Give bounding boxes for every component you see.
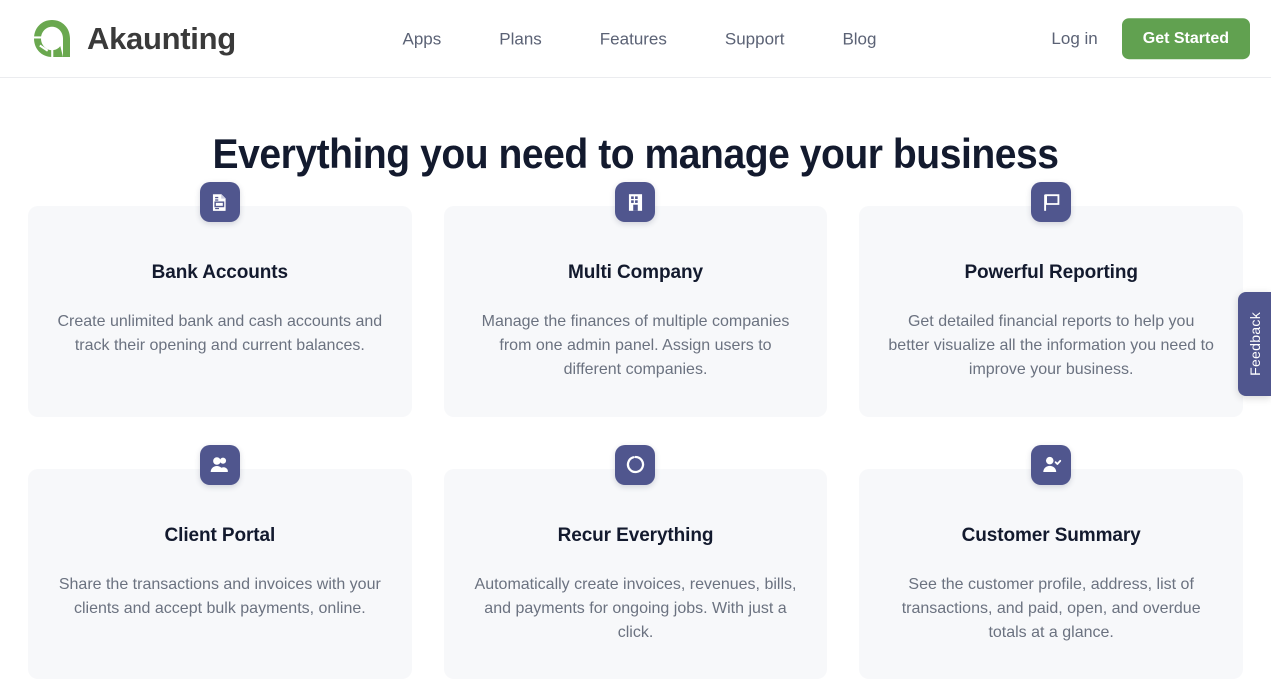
- document-invoice-icon: [199, 182, 240, 222]
- get-started-button[interactable]: Get Started: [1121, 17, 1250, 60]
- site-header: Akaunting Apps Plans Features Support Bl…: [0, 0, 1271, 78]
- feedback-tab[interactable]: Feedback: [1238, 292, 1271, 396]
- feature-cards: Bank Accounts Create unlimited bank and …: [0, 182, 1271, 680]
- header-actions: Log in Get Started: [1051, 17, 1250, 60]
- people-group-icon: [199, 444, 240, 485]
- nav-item-support[interactable]: Support: [725, 30, 785, 47]
- feature-card-title: Multi Company: [568, 262, 703, 283]
- feature-card-text: Get detailed financial reports to help y…: [888, 312, 1214, 379]
- feature-card-text: See the customer profile, address, list …: [901, 575, 1201, 642]
- nav-item-blog[interactable]: Blog: [842, 30, 876, 47]
- feature-card-text: Create unlimited bank and cash accounts …: [57, 312, 383, 355]
- feature-card-title: Customer Summary: [961, 524, 1141, 546]
- brand-name: Akaunting: [87, 21, 236, 56]
- feature-card-text: Automatically create invoices, revenues,…: [474, 575, 797, 642]
- feature-card-title: Recur Everything: [557, 524, 714, 546]
- circle-loop-icon: [615, 444, 656, 485]
- brand-logo-link[interactable]: Akaunting: [30, 17, 236, 61]
- feature-card-text: Manage the finances of multiple companie…: [481, 312, 790, 379]
- feature-cards-row-2: Client Portal Share the transactions and…: [28, 444, 1243, 680]
- feature-card-bank-accounts[interactable]: Bank Accounts Create unlimited bank and …: [28, 182, 412, 417]
- person-check-icon: [1031, 444, 1072, 485]
- features-section: Everything you need to manage your busin…: [0, 78, 1271, 680]
- building-icon: [615, 182, 656, 222]
- nav-item-apps[interactable]: Apps: [403, 30, 442, 47]
- feature-cards-row-1: Bank Accounts Create unlimited bank and …: [28, 182, 1243, 417]
- login-link[interactable]: Log in: [1051, 30, 1097, 47]
- nav-item-plans[interactable]: Plans: [499, 30, 542, 47]
- feature-card-customer-summary[interactable]: Customer Summary See the customer profil…: [859, 444, 1243, 680]
- feature-card-text: Share the transactions and invoices with…: [58, 575, 381, 617]
- page-title: Everything you need to manage your busin…: [212, 130, 1059, 177]
- akaunting-donut-logo-icon: [30, 17, 74, 61]
- feature-card-title: Bank Accounts: [151, 262, 288, 283]
- nav-item-features[interactable]: Features: [600, 30, 667, 47]
- feature-card-recur-everything[interactable]: Recur Everything Automatically create in…: [443, 444, 828, 680]
- flag-icon: [1031, 182, 1072, 222]
- feature-card-title: Powerful Reporting: [964, 262, 1138, 283]
- feature-card-multi-company[interactable]: Multi Company Manage the finances of mul…: [443, 182, 828, 417]
- feature-card-powerful-reporting[interactable]: Powerful Reporting Get detailed financia…: [859, 182, 1243, 417]
- feature-card-title: Client Portal: [164, 524, 276, 546]
- feature-card-client-portal[interactable]: Client Portal Share the transactions and…: [28, 444, 412, 680]
- feedback-tab-label: Feedback: [1246, 312, 1263, 376]
